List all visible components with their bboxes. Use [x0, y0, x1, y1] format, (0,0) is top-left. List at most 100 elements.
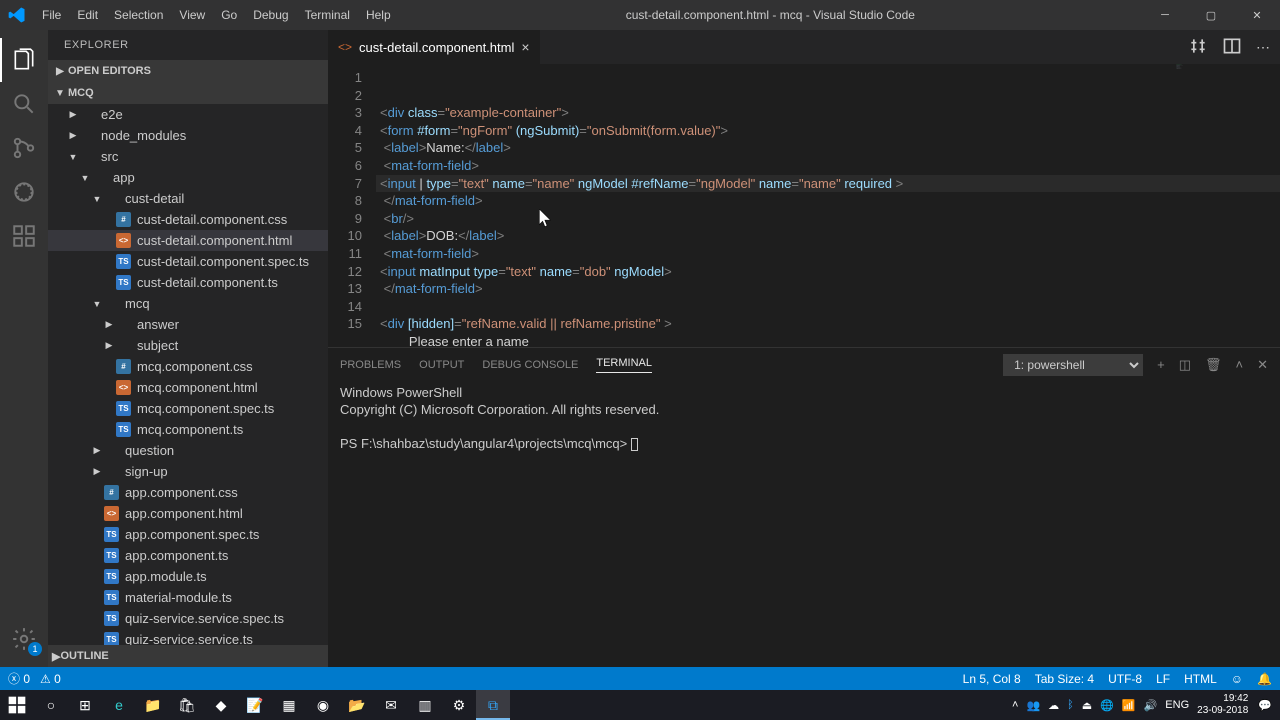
panel-tab-problems[interactable]: PROBLEMS: [340, 359, 401, 371]
close-button[interactable]: ✕: [1234, 0, 1280, 30]
file-item[interactable]: #mcq.component.css: [48, 356, 328, 377]
file-item[interactable]: TSapp.component.ts: [48, 545, 328, 566]
status-cursor-pos[interactable]: Ln 5, Col 8: [963, 672, 1021, 686]
tray-volume-icon[interactable]: 🔊: [1144, 699, 1158, 712]
menu-view[interactable]: View: [171, 0, 213, 30]
folder-item[interactable]: ▼app: [48, 167, 328, 188]
file-item[interactable]: <>app.component.html: [48, 503, 328, 524]
status-errors[interactable]: ⓧ 0: [8, 670, 30, 687]
tray-lang[interactable]: ENG: [1165, 699, 1189, 711]
menu-debug[interactable]: Debug: [245, 0, 296, 30]
status-encoding[interactable]: UTF-8: [1108, 672, 1142, 686]
maximize-panel-icon[interactable]: ˄: [1236, 357, 1244, 372]
menu-terminal[interactable]: Terminal: [297, 0, 358, 30]
terminal-output[interactable]: Windows PowerShell Copyright (C) Microso…: [328, 381, 1280, 667]
file-item[interactable]: TSapp.component.spec.ts: [48, 524, 328, 545]
menu-selection[interactable]: Selection: [106, 0, 171, 30]
tray-globe-icon[interactable]: 🌐: [1100, 699, 1114, 712]
menu-file[interactable]: File: [34, 0, 69, 30]
status-bell-icon[interactable]: 🔔: [1257, 672, 1272, 686]
panel-tab-terminal[interactable]: TERMINAL: [596, 357, 652, 373]
file-item[interactable]: TSquiz-service.service.ts: [48, 629, 328, 645]
panel-tab-output[interactable]: OUTPUT: [419, 359, 464, 371]
status-warnings[interactable]: ⚠ 0: [40, 672, 61, 686]
folder-item[interactable]: ▶sign-up: [48, 461, 328, 482]
file-item[interactable]: TSmcq.component.ts: [48, 419, 328, 440]
compare-icon[interactable]: [1188, 36, 1208, 59]
menu-edit[interactable]: Edit: [69, 0, 106, 30]
app-icon-1[interactable]: ◆: [204, 690, 238, 720]
file-explorer-icon[interactable]: 📁: [136, 690, 170, 720]
more-icon[interactable]: ⋯: [1256, 39, 1270, 56]
maximize-button[interactable]: ▢: [1188, 0, 1234, 30]
close-panel-icon[interactable]: ✕: [1257, 357, 1268, 373]
edge-icon[interactable]: e: [102, 690, 136, 720]
vscode-taskbar-icon[interactable]: ⧉: [476, 690, 510, 720]
start-button[interactable]: [0, 690, 34, 720]
folder-icon[interactable]: 📂: [340, 690, 374, 720]
tray-chevron-icon[interactable]: ˄: [1012, 699, 1018, 711]
file-item[interactable]: TSapp.module.ts: [48, 566, 328, 587]
status-language[interactable]: HTML: [1184, 672, 1217, 686]
file-item[interactable]: <>mcq.component.html: [48, 377, 328, 398]
open-editors-section[interactable]: ▶OPEN EDITORS: [48, 60, 328, 82]
tray-onedrive-icon[interactable]: ☁: [1048, 699, 1059, 712]
folder-item[interactable]: ▶node_modules: [48, 125, 328, 146]
file-item[interactable]: TSquiz-service.service.spec.ts: [48, 608, 328, 629]
folder-item[interactable]: ▼src: [48, 146, 328, 167]
menu-go[interactable]: Go: [213, 0, 245, 30]
close-tab-icon[interactable]: ×: [521, 39, 529, 55]
folder-item[interactable]: ▶subject: [48, 335, 328, 356]
tray-clock[interactable]: 19:42 23-09-2018: [1197, 693, 1250, 717]
terminal-select[interactable]: 1: powershell: [1003, 354, 1143, 376]
folder-item[interactable]: ▼mcq: [48, 293, 328, 314]
file-item[interactable]: TSmcq.component.spec.ts: [48, 398, 328, 419]
explorer-icon[interactable]: [0, 38, 48, 82]
app-icon-3[interactable]: ▦: [272, 690, 306, 720]
new-terminal-icon[interactable]: +: [1157, 357, 1165, 372]
tree-item-label: sign-up: [125, 464, 168, 479]
menu-help[interactable]: Help: [358, 0, 399, 30]
cortana-icon[interactable]: ○: [34, 690, 68, 720]
tray-eject-icon[interactable]: ⏏: [1082, 699, 1092, 712]
folder-item[interactable]: ▼cust-detail: [48, 188, 328, 209]
chrome-icon[interactable]: ◉: [306, 690, 340, 720]
store-icon[interactable]: 🛍: [170, 690, 204, 720]
tray-bluetooth-icon[interactable]: ᛒ: [1067, 699, 1074, 711]
project-section[interactable]: ▼MCQ: [48, 82, 328, 104]
status-indent[interactable]: Tab Size: 4: [1035, 672, 1094, 686]
source-control-icon[interactable]: [0, 126, 48, 170]
calendar-icon[interactable]: ▥: [408, 690, 442, 720]
split-terminal-icon[interactable]: ◫: [1179, 357, 1191, 373]
file-item[interactable]: #app.component.css: [48, 482, 328, 503]
panel-tab-debug-console[interactable]: DEBUG CONSOLE: [482, 359, 578, 371]
code-editor[interactable]: 123456789101112131415 <div class="exampl…: [328, 64, 1280, 347]
file-item[interactable]: #cust-detail.component.css: [48, 209, 328, 230]
kill-terminal-icon[interactable]: 🗑: [1205, 357, 1222, 373]
status-feedback-icon[interactable]: ☺: [1231, 672, 1243, 686]
search-icon[interactable]: [0, 82, 48, 126]
file-item[interactable]: <>cust-detail.component.html: [48, 230, 328, 251]
file-item[interactable]: TSmaterial-module.ts: [48, 587, 328, 608]
mail-icon[interactable]: ✉: [374, 690, 408, 720]
file-item[interactable]: TScust-detail.component.spec.ts: [48, 251, 328, 272]
tray-people-icon[interactable]: 👥: [1026, 699, 1040, 712]
tray-notifications-icon[interactable]: 💬: [1258, 699, 1272, 712]
folder-item[interactable]: ▶answer: [48, 314, 328, 335]
folder-item[interactable]: ▶question: [48, 440, 328, 461]
settings-icon[interactable]: ⚙: [442, 690, 476, 720]
split-editor-icon[interactable]: [1222, 36, 1242, 59]
file-item[interactable]: TScust-detail.component.ts: [48, 272, 328, 293]
status-eol[interactable]: LF: [1156, 672, 1170, 686]
extensions-icon[interactable]: [0, 214, 48, 258]
app-icon-2[interactable]: 📝: [238, 690, 272, 720]
folder-icon: [80, 128, 95, 143]
outline-section[interactable]: ▶OUTLINE: [48, 645, 328, 667]
task-view-icon[interactable]: ⊞: [68, 690, 102, 720]
tray-wifi-icon[interactable]: 📶: [1122, 699, 1136, 712]
settings-gear-icon[interactable]: 1: [0, 617, 48, 661]
minimize-button[interactable]: ─: [1142, 0, 1188, 30]
debug-icon[interactable]: [0, 170, 48, 214]
folder-item[interactable]: ▶e2e: [48, 104, 328, 125]
editor-tab[interactable]: <> cust-detail.component.html ×: [328, 30, 541, 64]
